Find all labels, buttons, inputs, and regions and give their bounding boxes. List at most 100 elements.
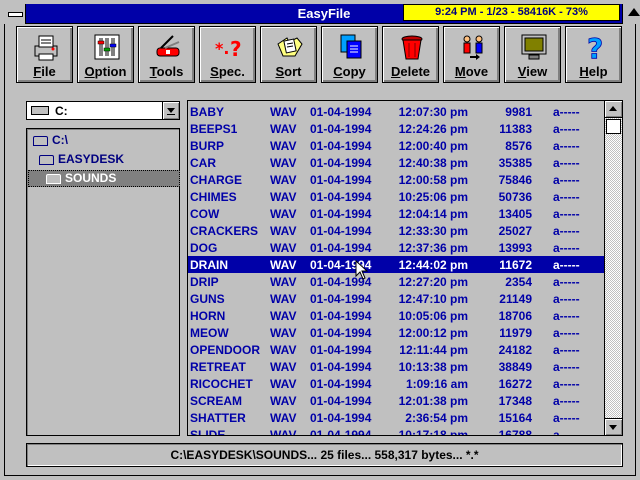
- file-time: 12:00:58 pm: [398, 173, 468, 187]
- file-name: HORN: [190, 309, 226, 323]
- delete-button[interactable]: Delete: [382, 26, 439, 83]
- file-row[interactable]: SHATTER WAV 01-04-1994 2:36:54 pm 15164 a----…: [188, 409, 605, 426]
- file-attributes: a-----: [553, 343, 580, 357]
- file-time: 12:40:38 pm: [398, 156, 468, 170]
- file-row[interactable]: MEOW WAV 01-04-1994 12:00:12 pm 11979 a-----: [188, 324, 605, 341]
- file-row[interactable]: BURP WAV 01-04-1994 12:00:40 pm 8576 a-----: [188, 137, 605, 154]
- directory-tree: C:\ EASYDESK SOUNDS: [26, 128, 180, 436]
- file-time: 10:25:06 pm: [398, 190, 468, 204]
- file-row[interactable]: CRACKERS WAV 01-04-1994 12:33:30 pm 25027 a--…: [188, 222, 605, 239]
- file-row[interactable]: DRIP WAV 01-04-1994 12:27:20 pm 2354 a-----: [188, 273, 605, 290]
- file-row[interactable]: CAR WAV 01-04-1994 12:40:38 pm 35385 a-----: [188, 154, 605, 171]
- file-type: WAV: [270, 190, 297, 204]
- scrollbar-thumb[interactable]: [606, 119, 621, 134]
- help-button[interactable]: ? Help: [565, 26, 622, 83]
- tools-button[interactable]: Tools: [138, 26, 195, 83]
- sort-button[interactable]: Sort: [260, 26, 317, 83]
- title-bar[interactable]: EasyFile 9:24 PM - 1/23 - 58416K - 73%: [4, 4, 640, 24]
- drive-select[interactable]: C:: [26, 101, 180, 120]
- tree-node-easydesk[interactable]: EASYDESK: [39, 152, 124, 169]
- status-readout: 9:24 PM - 1/23 - 58416K - 73%: [403, 4, 620, 21]
- file-row[interactable]: SLIDE WAV 01-04-1994 10:17:18 pm 16788 a-----: [188, 426, 605, 436]
- file-list[interactable]: BABY WAV 01-04-1994 12:07:30 pm 9981 a----- BE…: [187, 100, 623, 436]
- file-time: 12:07:30 pm: [398, 105, 468, 119]
- file-row[interactable]: COW WAV 01-04-1994 12:04:14 pm 13405 a-----: [188, 205, 605, 222]
- file-attributes: a-----: [553, 173, 580, 187]
- svg-text:*.: *.: [215, 39, 229, 58]
- file-attributes: a-----: [553, 411, 580, 425]
- file-time: 12:01:38 pm: [398, 394, 468, 408]
- file-name: BURP: [190, 139, 225, 153]
- monitor-icon: [521, 34, 547, 60]
- file-row[interactable]: OPENDOOR WAV 01-04-1994 12:11:44 pm 24182 a--…: [188, 341, 605, 358]
- status-text: C:\EASYDESK\SOUNDS... 25 files... 558,31…: [170, 448, 479, 462]
- file-attributes: a-----: [553, 360, 580, 374]
- file-type: WAV: [270, 428, 297, 436]
- file-date: 01-04-1994: [310, 428, 372, 436]
- sort-hands-icon: [277, 37, 303, 57]
- file-time: 1:09:16 am: [405, 377, 468, 391]
- scrollbar-track[interactable]: [605, 118, 622, 418]
- file-size: 11672: [499, 258, 532, 272]
- swiss-knife-icon: [156, 35, 180, 57]
- file-size: 24182: [498, 343, 532, 357]
- file-date: 01-04-1994: [310, 139, 372, 153]
- view-button[interactable]: View: [504, 26, 561, 83]
- file-name: RETREAT: [190, 360, 246, 374]
- file-row[interactable]: DRAIN WAV 01-04-1994 12:44:02 pm 11672 a-----: [188, 256, 605, 273]
- file-name: GUNS: [190, 292, 225, 306]
- file-date: 01-04-1994: [310, 190, 372, 204]
- file-type: WAV: [270, 173, 297, 187]
- file-row[interactable]: DOG WAV 01-04-1994 12:37:36 pm 13993 a-----: [188, 239, 605, 256]
- file-row[interactable]: SCREAM WAV 01-04-1994 12:01:38 pm 17348 a----…: [188, 392, 605, 409]
- options-sliders-icon: [94, 34, 120, 60]
- tree-node-sounds[interactable]: SOUNDS: [28, 170, 180, 187]
- file-row[interactable]: RETREAT WAV 01-04-1994 10:13:38 pm 38849 a---…: [188, 358, 605, 375]
- file-row[interactable]: RICOCHET WAV 01-04-1994 1:09:16 am 16272 a---…: [188, 375, 605, 392]
- file-button[interactable]: File: [16, 26, 73, 83]
- file-size: 75846: [498, 173, 532, 187]
- file-name: CRACKERS: [190, 224, 259, 238]
- file-name: CHIMES: [190, 190, 237, 204]
- option-button[interactable]: Option: [77, 26, 134, 83]
- view-button-label: View: [517, 64, 548, 79]
- file-row[interactable]: CHIMES WAV 01-04-1994 10:25:06 pm 50736 a----…: [188, 188, 605, 205]
- file-row[interactable]: BEEPS1 WAV 01-04-1994 12:24:26 pm 11383 a----…: [188, 120, 605, 137]
- scroll-up-button[interactable]: [605, 101, 622, 118]
- file-attributes: a-----: [553, 207, 580, 221]
- file-size: 50736: [498, 190, 532, 204]
- file-attributes: a-----: [553, 156, 580, 170]
- file-date: 01-04-1994: [310, 309, 372, 323]
- maximize-button[interactable]: [622, 4, 640, 24]
- file-type: WAV: [270, 411, 297, 425]
- move-button[interactable]: Move: [443, 26, 500, 83]
- file-type: WAV: [270, 258, 297, 272]
- file-time: 2:36:54 pm: [405, 411, 468, 425]
- file-date: 01-04-1994: [310, 156, 372, 170]
- file-type: WAV: [270, 394, 297, 408]
- file-attributes: a-----: [553, 190, 580, 204]
- file-type: WAV: [270, 105, 297, 119]
- file-name: DRIP: [190, 275, 219, 289]
- trash-can-icon: [401, 35, 423, 60]
- file-date: 01-04-1994: [310, 326, 372, 340]
- file-row[interactable]: GUNS WAV 01-04-1994 12:47:10 pm 21149 a-----: [188, 290, 605, 307]
- file-row[interactable]: HORN WAV 01-04-1994 10:05:06 pm 18706 a-----: [188, 307, 605, 324]
- file-row[interactable]: BABY WAV 01-04-1994 12:07:30 pm 9981 a-----: [188, 103, 605, 120]
- printer-icon: [34, 35, 58, 61]
- tree-node-root[interactable]: C:\: [33, 133, 68, 150]
- file-type: WAV: [270, 241, 297, 255]
- file-row[interactable]: CHARGE WAV 01-04-1994 12:00:58 pm 75846 a----…: [188, 171, 605, 188]
- file-attributes: a-----: [553, 292, 580, 306]
- file-size: 16272: [498, 377, 532, 391]
- spec-button[interactable]: *. ? Spec.: [199, 26, 256, 83]
- file-list-scrollbar[interactable]: [604, 101, 622, 435]
- copy-button[interactable]: Copy: [321, 26, 378, 83]
- file-size: 21149: [499, 292, 532, 306]
- file-size: 11979: [499, 326, 532, 340]
- file-size: 15164: [498, 411, 532, 425]
- scroll-down-button[interactable]: [605, 418, 622, 435]
- move-person-icon: [463, 35, 483, 60]
- dropdown-arrow-icon[interactable]: [162, 102, 179, 119]
- file-type: WAV: [270, 207, 297, 221]
